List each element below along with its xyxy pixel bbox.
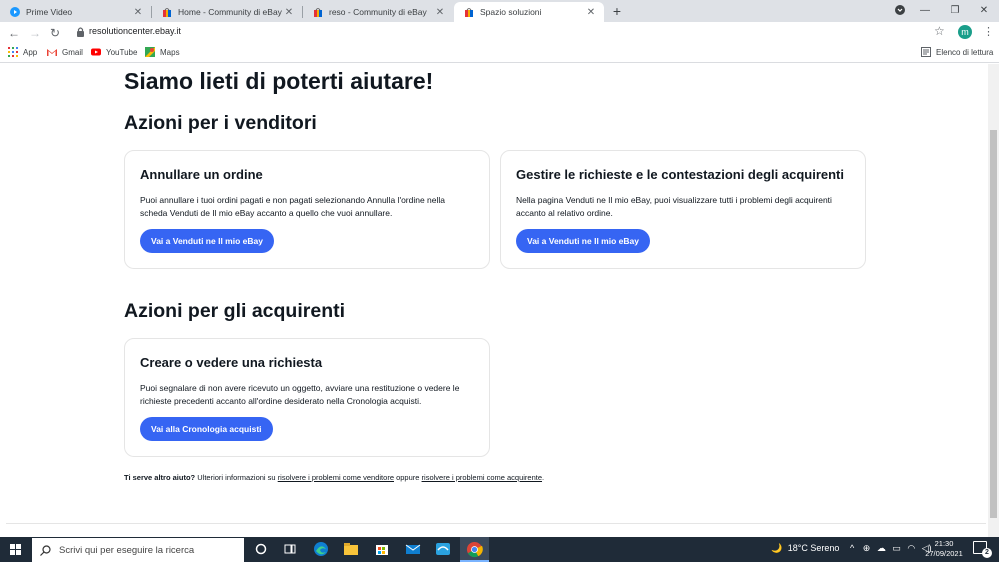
bookmark-maps[interactable]: Maps [145,47,180,57]
close-window-icon[interactable]: ✕ [969,0,999,22]
network-icon[interactable]: ⊕ [863,543,871,553]
help-text-1: Ulteriori informazioni su [197,473,276,482]
card-description: Puoi segnalare di non avere ricevuto un … [140,383,460,406]
seller-help-link[interactable]: risolvere i problemi come venditore [278,473,394,482]
buyer-help-link[interactable]: risolvere i problemi come acquirente [422,473,542,482]
chrome-icon [466,541,483,558]
bookmark-label: App [23,47,38,57]
new-tab-plus-icon[interactable]: + [609,3,625,19]
tab-label: Spazio soluzioni [480,7,542,17]
restore-icon[interactable]: ❐ [940,0,970,22]
scrollbar-thumb[interactable] [990,130,997,518]
web-page: Siamo lieti di poterti aiutare! Azioni p… [0,64,988,537]
back-arrow-icon[interactable]: ← [6,25,22,41]
weather-widget[interactable]: 🌙 18°C Sereno [771,543,839,554]
bookmark-label: Gmail [62,47,83,57]
clock-time: 21:30 [934,539,954,548]
mail-icon[interactable] [404,540,422,558]
sellers-heading: Azioni per i venditori [124,112,317,134]
notification-center-icon[interactable]: 2 [973,541,992,558]
app-icon[interactable] [434,540,452,558]
card-cancel-order: Annullare un ordine Puoi annullare i tuo… [124,150,490,269]
profile-avatar[interactable]: m [958,25,972,39]
taskbar-search-input[interactable]: Scrivi qui per eseguire la ricerca [32,538,244,562]
help-end: . [542,473,545,482]
card-title: Gestire le richieste e le contestazioni … [516,167,844,182]
maps-icon [145,47,155,57]
reload-icon[interactable]: ↻ [47,25,63,41]
moon-icon: 🌙 [771,543,783,553]
chevron-up-icon[interactable]: ^ [850,543,854,553]
tab-home-community[interactable]: Home - Community di eBay ✕ [152,2,302,22]
card-title: Creare o vedere una richiesta [140,355,323,370]
gmail-icon [47,49,57,56]
bookmark-label: Maps [160,47,180,57]
card-title: Annullare un ordine [140,167,263,182]
go-to-purchase-history-button[interactable]: Vai alla Cronologia acquisti [140,417,273,441]
bookmark-app[interactable]: App [8,47,37,57]
close-icon[interactable]: ✕ [584,7,598,18]
apps-grid-icon [8,47,18,57]
cloud-icon[interactable]: ☁ [877,543,886,553]
task-view-icon[interactable] [281,540,299,558]
card-create-request: Creare o vedere una richiesta Puoi segna… [124,338,490,457]
more-menu-icon[interactable]: ⋮ [983,25,994,38]
search-placeholder: Scrivi qui per eseguire la ricerca [59,544,195,556]
go-to-sold-button[interactable]: Vai a Venduti ne Il mio eBay [140,229,274,253]
bookmark-label: YouTube [106,47,138,57]
cortana-icon[interactable] [252,540,270,558]
taskbar-clock[interactable]: 21:30 27/09/2021 [921,539,967,559]
battery-icon[interactable]: ▭ [892,543,901,553]
buyers-heading: Azioni per gli acquirenti [124,300,346,322]
lock-icon[interactable] [77,27,84,37]
card-description: Nella pagina Venduti ne Il mio eBay, puo… [516,195,832,218]
tab-label: Home - Community di eBay [178,7,282,17]
play-icon [10,7,20,17]
card-description: Puoi annullare i tuoi ordini pagati e no… [140,195,446,218]
tab-prime-video[interactable]: Prime Video ✕ [0,2,151,22]
ebay-bag-icon [163,8,171,17]
page-title: Siamo lieti di poterti aiutare! [124,68,434,94]
close-icon[interactable]: ✕ [282,7,296,18]
card-manage-requests: Gestire le richieste e le contestazioni … [500,150,866,269]
forward-arrow-icon[interactable]: → [27,25,43,41]
ebay-bag-icon [465,8,473,17]
windows-start-icon[interactable] [10,544,21,555]
tab-label: Prime Video [26,7,73,17]
ebay-bag-icon [314,8,322,17]
bookmark-youtube[interactable]: YouTube [91,47,137,57]
go-to-sold-button[interactable]: Vai a Venduti ne Il mio eBay [516,229,650,253]
tab-label: reso - Community di eBay [329,7,427,17]
system-tray-icons: ^ ⊕ ☁ ▭ ◠ ◁) [850,543,932,554]
reading-list-icon [921,47,931,57]
tab-reso-community[interactable]: reso - Community di eBay ✕ [303,2,453,22]
close-icon[interactable]: ✕ [433,7,447,18]
search-icon [40,544,51,556]
wifi-icon[interactable]: ◠ [907,543,915,553]
bookmark-gmail[interactable]: Gmail [47,47,83,57]
help-text: Ti serve altro aiuto? Ulteriori informaz… [124,473,544,482]
reading-list-label: Elenco di lettura [936,47,994,57]
address-bar-url[interactable]: resolutioncenter.ebay.it [89,26,181,36]
help-lead: Ti serve altro aiuto? [124,473,196,482]
clock-date: 27/09/2021 [925,549,963,558]
chrome-taskbar-button[interactable] [460,537,489,562]
help-text-2: oppure [396,473,420,482]
reading-list[interactable]: Elenco di lettura [921,47,993,57]
store-icon[interactable] [373,540,391,558]
edge-icon[interactable] [312,540,330,558]
youtube-icon [91,48,101,56]
tab-spazio-soluzioni[interactable]: Spazio soluzioni ✕ [454,2,604,22]
file-explorer-icon[interactable] [342,540,360,558]
weather-text: 18°C Sereno [787,543,840,553]
browser-tab-strip: Prime Video ✕ Home - Community di eBay ✕… [0,0,999,22]
close-icon[interactable]: ✕ [131,7,145,18]
minimize-icon[interactable]: — [910,0,940,22]
notification-count-badge: 2 [982,548,992,558]
bookmark-star-icon[interactable]: ☆ [934,24,945,38]
footer-divider [6,523,986,524]
